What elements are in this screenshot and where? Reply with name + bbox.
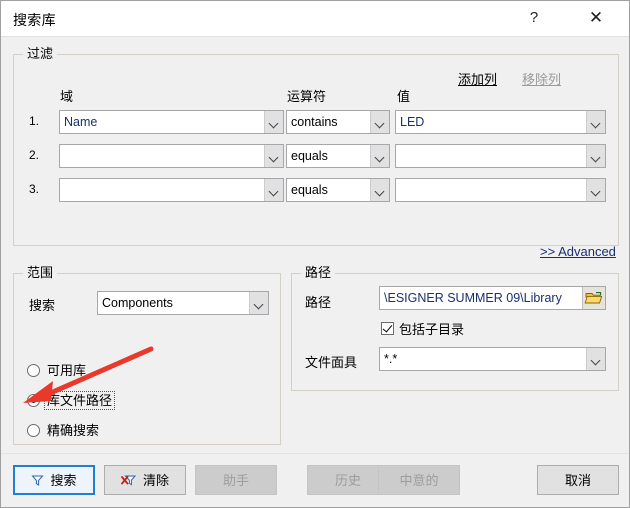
filter-value-select-2[interactable] <box>395 144 606 168</box>
column-header-field: 域 <box>60 89 74 104</box>
filter-field-select-2[interactable] <box>59 144 284 168</box>
chevron-down-icon[interactable] <box>586 348 605 370</box>
filter-field-value-2 <box>60 145 264 167</box>
filter-field-select-1[interactable]: Name <box>59 110 284 134</box>
search-libraries-dialog: 搜索库 ? ✕ 过滤 添加列 移除列 域 运算符 值 1. Name conta… <box>0 0 630 508</box>
include-subdirectories-checkbox[interactable]: 包括子目录 <box>381 319 464 337</box>
add-column-link[interactable]: 添加列 <box>458 69 497 88</box>
filter-row-number-3: 3. <box>28 182 39 196</box>
filter-value-value-1: LED <box>400 115 425 129</box>
filter-group-title: 过滤 <box>23 46 58 62</box>
radio-icon-selected[interactable] <box>27 393 40 407</box>
footer-divider <box>1 453 629 454</box>
path-input-value: ESIGNER SUMMER 09\Library\ <box>384 291 562 305</box>
column-header-value: 值 <box>397 89 411 104</box>
filter-field-value-1: Name <box>64 115 98 129</box>
scope-search-label: 搜索 <box>29 298 56 313</box>
chevron-down-icon[interactable] <box>586 179 605 201</box>
scope-search-select[interactable]: Components <box>97 291 269 315</box>
folder-open-icon[interactable] <box>582 287 605 309</box>
scope-option-label-1: 库文件路径 <box>43 390 116 410</box>
advanced-link[interactable]: >> Advanced <box>540 244 616 259</box>
filter-operator-select-1[interactable]: contains <box>286 110 390 134</box>
funnel-icon <box>31 475 45 486</box>
favorites-button: 中意的 <box>378 465 460 495</box>
path-group-title: 路径 <box>301 265 336 281</box>
search-button[interactable]: 搜索 <box>13 465 95 495</box>
close-icon[interactable]: ✕ <box>573 1 619 35</box>
chevron-down-icon[interactable] <box>370 145 389 167</box>
filter-field-select-3[interactable] <box>59 178 284 202</box>
history-button: 历史 <box>307 465 389 495</box>
search-button-label: 搜索 <box>50 472 77 488</box>
column-header-operator: 运算符 <box>287 89 327 104</box>
filter-value-value-3 <box>396 179 586 201</box>
filter-row-number-2: 2. <box>28 148 39 162</box>
chevron-down-icon[interactable] <box>249 292 268 314</box>
filter-row-number-1: 1. <box>28 114 39 128</box>
funnel-clear-icon <box>121 475 137 485</box>
checkbox-icon-checked[interactable] <box>381 321 394 335</box>
chevron-down-icon[interactable] <box>586 111 605 133</box>
radio-icon[interactable] <box>27 423 40 437</box>
chevron-down-icon[interactable] <box>586 145 605 167</box>
filter-operator-value-1: contains <box>291 115 338 129</box>
favorites-button-label: 中意的 <box>399 472 439 488</box>
help-icon[interactable]: ? <box>511 1 557 35</box>
filter-operator-select-2[interactable]: equals <box>286 144 390 168</box>
filter-operator-value-3: equals <box>291 183 328 197</box>
clear-button[interactable]: 清除 <box>104 465 186 495</box>
path-label: 路径 <box>305 295 332 310</box>
include-subdirectories-label: 包括子目录 <box>399 321 465 337</box>
chevron-down-icon[interactable] <box>264 179 283 201</box>
filter-operator-value-2: equals <box>291 149 328 163</box>
remove-column-link: 移除列 <box>522 72 562 87</box>
helper-button: 助手 <box>195 465 277 495</box>
scope-option-label-2: 精确搜索 <box>47 422 100 438</box>
scope-option-available-libraries[interactable]: 可用库 <box>27 360 88 380</box>
scope-option-exact-search[interactable]: 精确搜索 <box>27 420 101 440</box>
cancel-button[interactable]: 取消 <box>537 465 619 495</box>
scope-search-value: Components <box>102 296 173 310</box>
chevron-down-icon[interactable] <box>370 179 389 201</box>
scope-option-library-file-path[interactable]: 库文件路径 <box>27 390 116 410</box>
filter-value-select-1[interactable]: LED <box>395 110 606 134</box>
title-bar: 搜索库 ? ✕ <box>1 1 629 37</box>
scope-group-title: 范围 <box>23 265 58 281</box>
radio-icon[interactable] <box>27 363 40 377</box>
filter-field-value-3 <box>60 179 264 201</box>
file-mask-select[interactable]: *.* <box>379 347 606 371</box>
chevron-down-icon[interactable] <box>264 111 283 133</box>
history-button-label: 历史 <box>334 472 361 488</box>
chevron-down-icon[interactable] <box>264 145 283 167</box>
clear-button-label: 清除 <box>142 472 169 488</box>
filter-value-select-3[interactable] <box>395 178 606 202</box>
filter-value-value-2 <box>396 145 586 167</box>
page-title: 搜索库 <box>13 12 56 28</box>
scope-option-label-0: 可用库 <box>47 362 87 378</box>
cancel-button-label: 取消 <box>564 472 591 488</box>
helper-button-label: 助手 <box>222 472 249 488</box>
file-mask-value: *.* <box>384 352 398 366</box>
path-input[interactable]: ESIGNER SUMMER 09\Library\ <box>379 286 606 310</box>
file-mask-label: 文件面具 <box>305 355 358 370</box>
filter-operator-select-3[interactable]: equals <box>286 178 390 202</box>
chevron-down-icon[interactable] <box>370 111 389 133</box>
